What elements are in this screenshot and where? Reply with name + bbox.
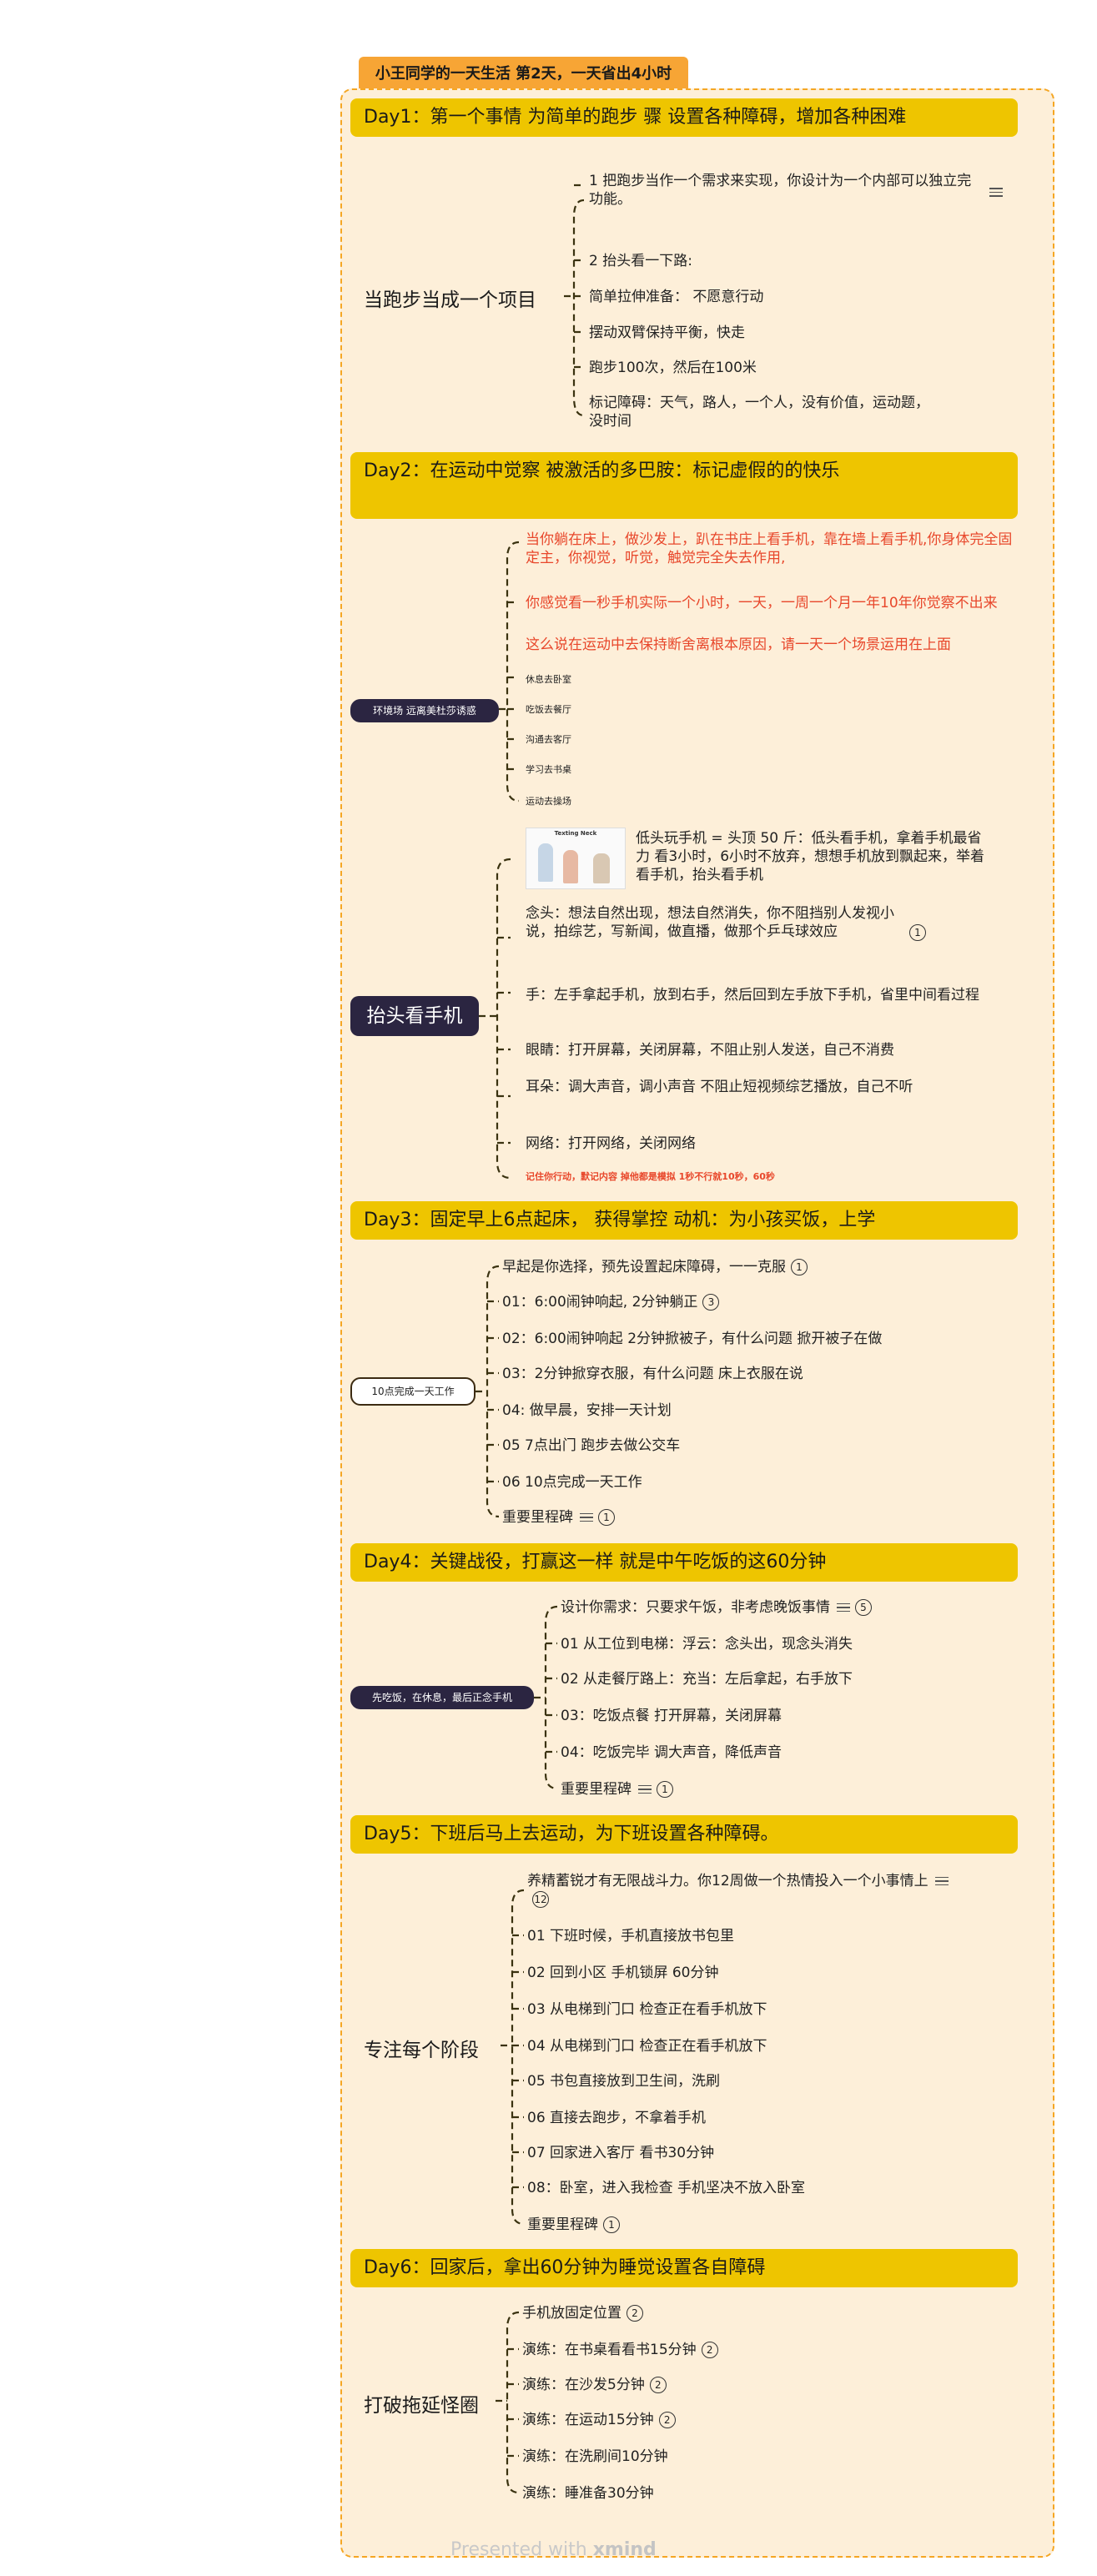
- day1-item[interactable]: 简单拉伸准备： 不愿意行动: [589, 288, 763, 306]
- day1-subject[interactable]: 当跑步当成一个项目: [364, 284, 536, 312]
- person-figure: [593, 853, 610, 883]
- day5-item[interactable]: 05 书包直接放到卫生间，洗刷: [527, 2072, 720, 2090]
- day3-band[interactable]: Day3：固定早上6点起床， 获得掌控 动机：为小孩买饭，上学: [350, 1201, 1018, 1240]
- image-caption: Texting Neck: [554, 830, 597, 837]
- day6-item[interactable]: 演练：在沙发5分钟 2: [522, 2376, 667, 2394]
- count-badge: 1: [791, 1259, 808, 1275]
- person-figure: [563, 850, 578, 883]
- day5-band[interactable]: Day5：下班后马上去运动，为下班设置各种障碍。: [350, 1815, 1018, 1854]
- count-badge: 2: [701, 2342, 718, 2358]
- day3-item[interactable]: 05 7点出门 跑步去做公交车: [502, 1436, 680, 1455]
- person-figure: [538, 843, 553, 882]
- day2-scene[interactable]: 沟通去客厅: [526, 731, 571, 749]
- day5-item[interactable]: 养精蓄锐才有无限战斗力。你12周做一个热情投入一个小事情上 12: [527, 1872, 961, 1909]
- day5-subject[interactable]: 专注每个阶段: [364, 2034, 479, 2062]
- day4-item[interactable]: 01 从工位到电梯：浮云：念头出，现念头消失: [561, 1635, 853, 1653]
- day2b-item[interactable]: 网络：打开网络，关闭网络: [526, 1135, 696, 1153]
- day5-item[interactable]: 04 从电梯到门口 检查正在看手机放下: [527, 2037, 767, 2055]
- day5-item[interactable]: 08：卧室，进入我检查 手机坚决不放入卧室: [527, 2179, 805, 2197]
- day5-item[interactable]: 07 回家进入客厅 看书30分钟: [527, 2144, 714, 2162]
- day3-subject[interactable]: 10点完成一天工作: [350, 1377, 476, 1406]
- day2-subject-b[interactable]: 抬头看手机: [350, 996, 479, 1036]
- day3-item[interactable]: 01：6:00闹钟响起, 2分钟躺正 3: [502, 1293, 720, 1311]
- day1-band[interactable]: Day1：第一个事情 为简单的跑步 骤 设置各种障碍，增加各种困难: [350, 98, 1018, 137]
- day4-item[interactable]: 02 从走餐厅路上：充当：左后拿起，右手放下: [561, 1670, 853, 1688]
- day4-subject[interactable]: 先吃饭，在休息，最后正念手机: [350, 1686, 534, 1709]
- note-icon: [837, 1601, 850, 1615]
- note-icon: [638, 1783, 652, 1797]
- day2-red-note[interactable]: 你感觉看一秒手机实际一个小时，一天，一周一个月一年10年你觉察不出来: [526, 594, 1026, 612]
- day4-item[interactable]: 04：吃饭完毕 调大声音，降低声音: [561, 1743, 782, 1762]
- day2b-warning[interactable]: 记住你行动，默记内容 掉他都是模拟 1秒不行就10秒，60秒: [526, 1168, 775, 1186]
- day1-item[interactable]: 摆动双臂保持平衡，快走: [589, 324, 745, 342]
- count-badge: 2: [649, 2377, 667, 2393]
- note-icon: [934, 1874, 949, 1889]
- day4-item[interactable]: 03：吃饭点餐 打开屏幕，关闭屏幕: [561, 1707, 782, 1725]
- day6-item[interactable]: 演练：在书桌看看书15分钟 2: [522, 2341, 718, 2359]
- day5-item[interactable]: 06 直接去跑步，不拿着手机: [527, 2109, 706, 2127]
- day1-item[interactable]: 跑步100次，然后在100米: [589, 359, 757, 377]
- texting-neck-image[interactable]: Texting Neck: [526, 828, 626, 889]
- day1-item[interactable]: 2 抬头看一下路:: [589, 252, 692, 270]
- count-badge: 2: [658, 2412, 676, 2428]
- day6-item[interactable]: 演练：在运动15分钟 2: [522, 2411, 676, 2429]
- day3-milestone[interactable]: 重要里程碑 1: [502, 1508, 615, 1527]
- day2-scene[interactable]: 学习去书桌: [526, 761, 571, 779]
- count-badge: 12: [532, 1891, 549, 1908]
- count-badge: 3: [702, 1294, 720, 1311]
- day6-item[interactable]: 演练：睡准备30分钟: [522, 2484, 654, 2503]
- day2b-item[interactable]: 念头：想法自然出现，想法自然消失，你不阻挡别人发视小说，拍综艺，写新闻，做直播，…: [526, 904, 901, 941]
- footer-credit[interactable]: Presented with xmind: [450, 2539, 657, 2560]
- day6-item[interactable]: 演练：在洗刷间10分钟: [522, 2448, 668, 2466]
- count-badge: 1: [657, 1781, 673, 1798]
- day4-band[interactable]: Day4：关键战役，打赢这一样 就是中午吃饭的这60分钟: [350, 1543, 1018, 1582]
- count-badge: 2: [626, 2305, 643, 2322]
- day2-scene[interactable]: 运动去操场: [526, 792, 571, 811]
- day5-item[interactable]: 01 下班时候，手机直接放书包里: [527, 1927, 734, 1945]
- day2-red-note[interactable]: 当你躺在床上，做沙发上，趴在书庄上看手机，靠在墙上看手机,你身体完全固定主，你视…: [526, 531, 1026, 567]
- day4-item[interactable]: 设计你需求：只要求午饭，非考虑晚饭事情 5: [561, 1598, 872, 1617]
- day3-item[interactable]: 04: 做早晨，安排一天计划: [502, 1401, 672, 1420]
- day3-item[interactable]: 02：6:00闹钟响起 2分钟掀被子，有什么问题 掀开被子在做: [502, 1330, 882, 1348]
- day2b-item[interactable]: 耳朵：调大声音，调小声音 不阻止短视频综艺播放，自己不听: [526, 1078, 976, 1096]
- count-badge: 1: [603, 2216, 620, 2233]
- day3-item[interactable]: 06 10点完成一天工作: [502, 1473, 642, 1492]
- day2b-item[interactable]: 手：左手拿起手机，放到右手，然后回到左手放下手机，省里中间看过程: [526, 986, 993, 1004]
- count-badge[interactable]: 1: [909, 924, 926, 941]
- day5-item[interactable]: 03 从电梯到门口 检查正在看手机放下: [527, 2000, 767, 2019]
- day6-item[interactable]: 手机放固定位置 2: [522, 2304, 643, 2322]
- day1-item[interactable]: 1 把跑步当作一个需求来实现，你设计为一个内部可以独立完功能。: [589, 172, 981, 209]
- day2-subject-a[interactable]: 环境场 远离美杜莎诱惑: [350, 699, 499, 722]
- count-badge: 1: [598, 1509, 615, 1526]
- day1-item[interactable]: 标记障碍：天气，路人，一个人，没有价值，运动题，没时间: [589, 394, 939, 430]
- day5-milestone[interactable]: 重要里程碑 1: [527, 2216, 620, 2234]
- day2-scene[interactable]: 休息去卧室: [526, 671, 571, 689]
- day3-item[interactable]: 早起是你选择，预先设置起床障碍，一一克服 1: [502, 1258, 808, 1276]
- day2-band[interactable]: Day2：在运动中觉察 被激活的多巴胺：标记虚假的的快乐: [350, 452, 1018, 519]
- day2b-item[interactable]: 眼睛：打开屏幕，关闭屏幕，不阻止别人发送，自己不消费: [526, 1041, 894, 1059]
- day2-red-note[interactable]: 这么说在运动中去保持断舍离根本原因，请一天一个场景运用在上面: [526, 636, 1026, 654]
- day6-subject[interactable]: 打破拖延怪圈: [364, 2389, 479, 2418]
- day6-band[interactable]: Day6：回家后，拿出60分钟为睡觉设置各自障碍: [350, 2249, 1018, 2287]
- day2-scene[interactable]: 吃饭去餐厅: [526, 701, 571, 719]
- day2b-item[interactable]: 低头玩手机 = 头顶 50 斤：低头看手机，拿着手机最省力 看3小时，6小时不放…: [636, 829, 986, 884]
- note-icon: [580, 1511, 593, 1525]
- count-badge: 5: [855, 1599, 872, 1616]
- day4-milestone[interactable]: 重要里程碑 1: [561, 1780, 673, 1799]
- day3-item[interactable]: 03：2分钟掀穿衣服，有什么问题 床上衣服在说: [502, 1365, 803, 1383]
- note-icon[interactable]: [989, 185, 1003, 199]
- day5-item[interactable]: 02 回到小区 手机锁屏 60分钟: [527, 1964, 718, 1982]
